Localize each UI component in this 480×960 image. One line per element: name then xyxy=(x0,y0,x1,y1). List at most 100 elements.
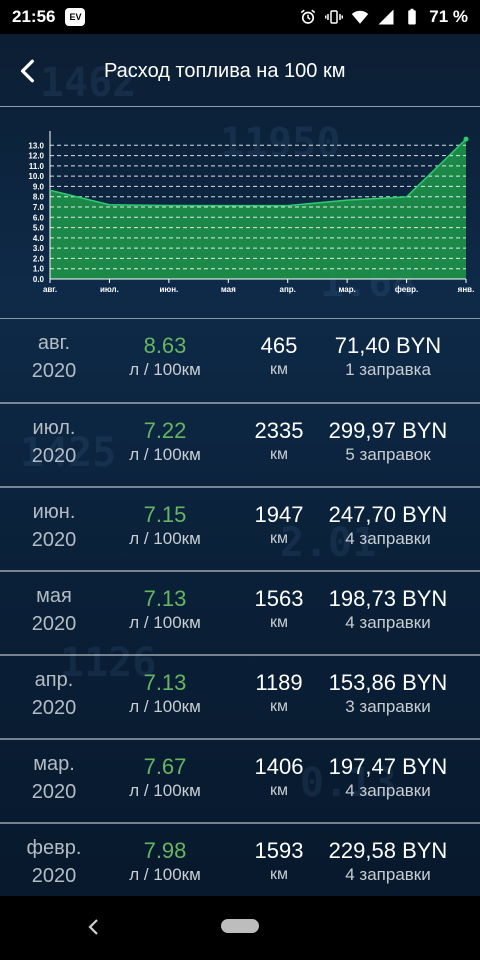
consumption-cell: 7.15 л / 100км xyxy=(110,502,220,550)
consumption-unit: л / 100км xyxy=(129,360,201,379)
month-year: 2020 xyxy=(31,865,77,887)
refuel-count: 1 заправка xyxy=(345,360,431,379)
list-item[interactable]: авг. 2020 8.63 л / 100км 465 км 71,40 BYN 1 зап… xyxy=(0,318,480,402)
consumption-unit: л / 100км xyxy=(129,529,201,548)
battery-percent: 71 % xyxy=(429,7,468,26)
list-item[interactable]: февр. 2020 7.98 л / 100км 1593 км 229,58 BYN 4 … xyxy=(0,822,480,906)
month-label: мар. 2020 xyxy=(0,750,108,806)
cost-cell: 153,86 BYN 3 заправки xyxy=(308,670,468,718)
y-tick-label: 0.0 xyxy=(33,275,45,284)
consumption-value: 7.22 xyxy=(143,418,187,443)
month-label: авг. 2020 xyxy=(0,329,108,385)
x-tick-label: авг. xyxy=(43,285,57,294)
month-label: июн. 2020 xyxy=(0,498,108,554)
month-name: июн. xyxy=(32,501,76,523)
month-name: апр. xyxy=(34,669,74,691)
refuel-count: 5 заправок xyxy=(345,445,431,464)
cost-value: 71,40 BYN xyxy=(334,333,442,358)
list-item[interactable]: июн. 2020 7.15 л / 100км 1947 км 247,70 BYN 4 з… xyxy=(0,486,480,570)
month-year: 2020 xyxy=(31,697,77,719)
x-tick-label: мар. xyxy=(338,285,355,294)
consumption-cell: 7.98 л / 100км xyxy=(110,838,220,886)
list-item[interactable]: июл. 2020 7.22 л / 100км 2335 км 299,97 BYN 5 з… xyxy=(0,402,480,486)
y-tick-label: 3.0 xyxy=(33,244,45,253)
month-label: апр. 2020 xyxy=(0,666,108,722)
y-tick-label: 2.0 xyxy=(33,254,45,263)
y-tick-label: 10.0 xyxy=(28,172,44,181)
cost-value: 229,58 BYN xyxy=(328,838,448,863)
refuel-count: 4 заправки xyxy=(345,529,431,548)
consumption-unit: л / 100км xyxy=(129,613,201,632)
back-arrow-icon xyxy=(20,59,34,83)
y-tick-label: 12.0 xyxy=(28,152,44,161)
y-tick-label: 6.0 xyxy=(33,213,45,222)
refuel-count: 3 заправки xyxy=(345,697,431,716)
month-year: 2020 xyxy=(31,529,77,551)
y-tick-label: 9.0 xyxy=(33,182,45,191)
consumption-unit: л / 100км xyxy=(129,865,201,884)
cost-value: 299,97 BYN xyxy=(328,418,448,443)
y-tick-label: 4.0 xyxy=(33,234,45,243)
list-item[interactable]: мар. 2020 7.67 л / 100км 1406 км 197,47 BYN 4 з… xyxy=(0,738,480,822)
header-divider xyxy=(0,106,480,107)
y-tick-label: 7.0 xyxy=(33,203,45,212)
x-tick-label: мая xyxy=(221,285,236,294)
refuel-count: 4 заправки xyxy=(345,781,431,800)
list-item[interactable]: мая 2020 7.13 л / 100км 1563 км 198,73 BYN 4 за… xyxy=(0,570,480,654)
cost-cell: 198,73 BYN 4 заправки xyxy=(308,586,468,634)
consumption-chart: 0.0 1.0 2.0 3.0 4.0 5.0 6.0 7.0 8.0 9.0 10.0 11.0 12… xyxy=(0,108,480,318)
alarm-icon xyxy=(301,9,316,24)
consumption-value: 8.63 xyxy=(143,333,187,358)
cost-cell: 247,70 BYN 4 заправки xyxy=(308,502,468,550)
consumption-cell: 7.22 л / 100км xyxy=(110,418,220,466)
month-name: мар. xyxy=(33,753,75,775)
month-year: 2020 xyxy=(31,613,77,635)
consumption-line xyxy=(49,138,467,207)
month-label: июл. 2020 xyxy=(0,414,108,470)
nav-home-pill[interactable] xyxy=(221,919,259,933)
month-name: февр. xyxy=(26,837,82,859)
data-point xyxy=(463,136,469,142)
battery-icon xyxy=(408,8,416,25)
x-tick-label: июн. xyxy=(159,285,178,294)
consumption-cell: 7.13 л / 100км xyxy=(110,586,220,634)
wifi-icon xyxy=(352,10,369,24)
cost-value: 247,70 BYN xyxy=(328,502,448,527)
consumption-cell: 8.63 л / 100км xyxy=(110,333,220,381)
x-tick-label: июл. xyxy=(100,285,119,294)
chart-svg: 0.01.0 2.03.04.05.0 6.07.08.0 9.010.011.012… xyxy=(28,131,475,294)
consumption-value: 7.67 xyxy=(143,754,187,779)
navigation-bar xyxy=(0,896,480,960)
x-tick-label: янв. xyxy=(458,285,475,294)
consumption-unit: л / 100км xyxy=(129,697,201,716)
y-tick-label: 5.0 xyxy=(33,224,45,233)
month-name: мая xyxy=(36,585,72,607)
y-tick-label: 8.0 xyxy=(33,193,45,202)
month-label: мая 2020 xyxy=(0,582,108,638)
consumption-value: 7.98 xyxy=(143,838,187,863)
status-bar: 21:56 EV 71 % xyxy=(0,0,480,34)
cost-cell: 229,58 BYN 4 заправки xyxy=(308,838,468,886)
cost-value: 153,86 BYN xyxy=(328,670,448,695)
nav-back-icon[interactable] xyxy=(84,916,104,938)
list-item[interactable]: апр. 2020 7.13 л / 100км 1189 км 153,86 BYN 3 з… xyxy=(0,654,480,738)
consumption-cell: 7.13 л / 100км xyxy=(110,670,220,718)
y-tick-label: 1.0 xyxy=(33,265,45,274)
consumption-unit: л / 100км xyxy=(129,445,201,464)
cost-value: 197,47 BYN xyxy=(328,754,448,779)
month-year: 2020 xyxy=(31,445,77,467)
consumption-value: 7.13 xyxy=(143,670,187,695)
cost-cell: 299,97 BYN 5 заправок xyxy=(308,418,468,466)
app-notification-icon: EV xyxy=(65,8,86,26)
app-bar: Расход топлива на 100 км xyxy=(0,34,480,108)
signal-icon xyxy=(378,9,394,25)
consumption-value: 7.15 xyxy=(143,502,187,527)
consumption-value: 7.13 xyxy=(143,586,187,611)
refuel-count: 4 заправки xyxy=(345,613,431,632)
vibrate-icon xyxy=(325,10,344,24)
cost-cell: 71,40 BYN 1 заправка xyxy=(308,333,468,381)
back-button[interactable] xyxy=(0,43,56,99)
page-title: Расход топлива на 100 км xyxy=(104,59,346,82)
month-year: 2020 xyxy=(31,360,77,382)
y-tick-label: 11.0 xyxy=(29,162,45,171)
